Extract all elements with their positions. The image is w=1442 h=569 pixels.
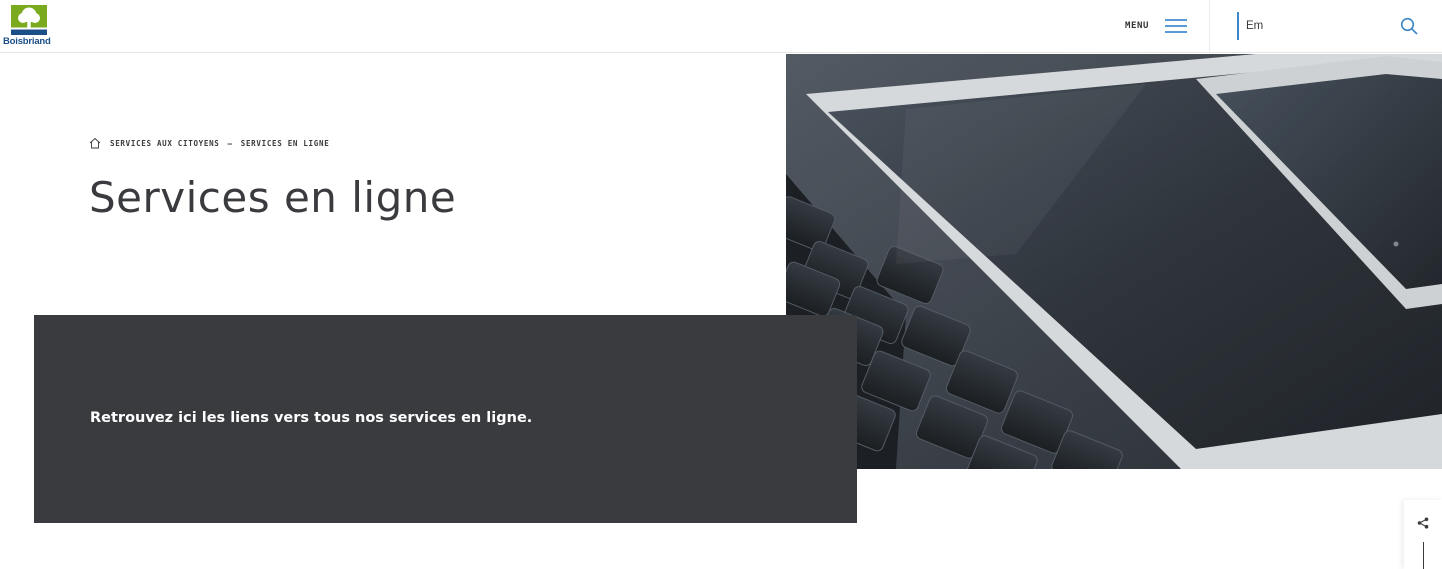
hamburger-icon <box>1165 19 1188 33</box>
tree-logo-icon <box>11 5 47 35</box>
breadcrumb-item-services-en-ligne[interactable]: SERVICES EN LIGNE <box>241 139 330 148</box>
breadcrumb: SERVICES AUX CITOYENS – SERVICES EN LIGN… <box>89 137 329 149</box>
breadcrumb-separator: – <box>227 138 233 148</box>
share-widget <box>1404 500 1442 569</box>
hero-image <box>786 54 1442 469</box>
menu-label: MENU <box>1125 21 1150 31</box>
intro-box: Retrouvez ici les liens vers tous nos se… <box>34 315 857 523</box>
share-icon[interactable] <box>1417 514 1429 529</box>
search-bar <box>1237 12 1437 40</box>
site-logo[interactable]: Boisbriand <box>3 3 55 49</box>
logo-wordmark: Boisbriand <box>3 36 51 47</box>
page-title: Services en ligne <box>89 173 457 222</box>
site-header: Boisbriand MENU <box>0 0 1442 53</box>
share-line <box>1423 542 1424 569</box>
search-icon[interactable] <box>1399 16 1419 36</box>
menu-button[interactable]: MENU <box>1118 14 1188 38</box>
home-icon[interactable] <box>89 137 101 149</box>
header-divider <box>1209 0 1210 53</box>
breadcrumb-item-services-aux-citoyens[interactable]: SERVICES AUX CITOYENS <box>110 139 220 148</box>
intro-text: Retrouvez ici les liens vers tous nos se… <box>90 410 533 426</box>
search-focus-line <box>1237 12 1239 40</box>
search-input[interactable] <box>1246 16 1386 36</box>
